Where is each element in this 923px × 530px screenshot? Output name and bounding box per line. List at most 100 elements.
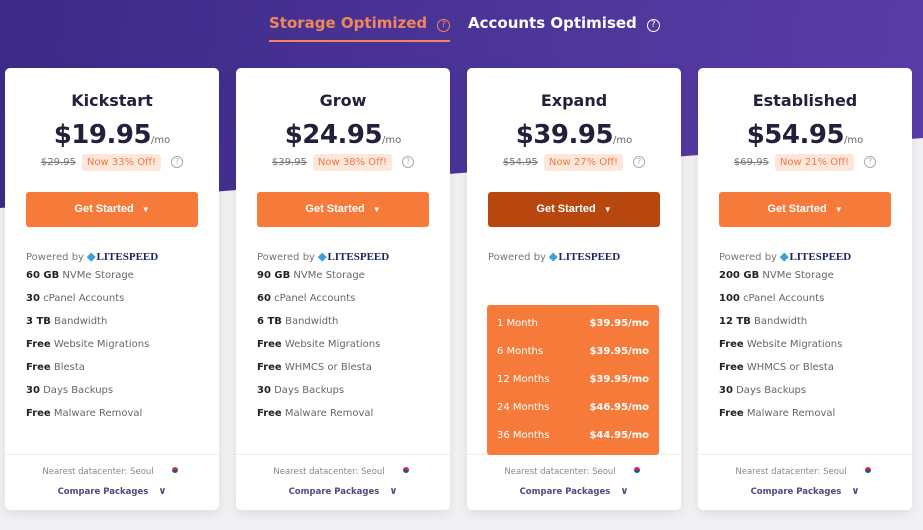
powered-by: Powered by ◆LITESPEED: [719, 250, 912, 264]
get-started-button[interactable]: Get Started ▼: [719, 192, 891, 227]
dropdown-item[interactable]: 36 Months $44.95/mo: [487, 422, 659, 450]
compare-packages-link[interactable]: Compare Packages ∨: [5, 486, 219, 497]
compare-label: Compare Packages: [519, 487, 611, 497]
feature-item: 12 TB Bandwidth: [719, 310, 912, 333]
dropdown-item[interactable]: 6 Months $39.95/mo: [487, 338, 659, 366]
help-icon[interactable]: ?: [402, 156, 415, 168]
period-price: $39.95/mo: [589, 318, 649, 329]
period-price: $46.95/mo: [589, 402, 649, 413]
help-icon[interactable]: ?: [864, 156, 877, 168]
feature-value: Free: [719, 408, 744, 419]
feature-value: 30: [257, 385, 271, 396]
plan-price: $54.95/mo: [698, 120, 912, 150]
feature-item: Free Website Migrations: [257, 333, 450, 356]
compare-packages-link[interactable]: Compare Packages ∨: [236, 486, 450, 497]
feature-item: Free WHMCS or Blesta: [719, 356, 912, 379]
compare-label: Compare Packages: [57, 487, 149, 497]
chevron-down-icon: ∨: [389, 486, 398, 497]
feature-label: cPanel Accounts: [743, 293, 825, 304]
tab-storage-optimized[interactable]: Storage Optimized?: [269, 14, 451, 42]
feature-label: Website Migrations: [53, 339, 150, 350]
feature-label: NVMe Storage: [293, 270, 365, 281]
feature-value: 30: [26, 385, 40, 396]
plan-type-tabs: Storage Optimized? Accounts Optimised?: [0, 14, 923, 44]
feature-value: 12 TB: [719, 316, 751, 327]
discount-badge: Now 38% Off!: [312, 154, 393, 171]
datacenter-info: Nearest datacenter: Seoul: [236, 465, 450, 477]
feature-item: Free Malware Removal: [257, 402, 450, 425]
price-amount: $24.95: [284, 120, 383, 150]
plan-card-expand: Expand $39.95/mo $54.95 Now 27% Off!? Get St…: [467, 68, 681, 510]
price-amount: $39.95: [515, 120, 614, 150]
feature-label: WHMCS or Blesta: [746, 362, 834, 373]
litespeed-logo: ◆LITESPEED: [780, 251, 851, 263]
help-icon[interactable]: ?: [171, 156, 184, 168]
feature-label: NVMe Storage: [762, 270, 834, 281]
feature-value: Free: [26, 362, 51, 373]
litespeed-text: LITESPEED: [558, 251, 621, 263]
feature-item: 100 cPanel Accounts: [719, 287, 912, 310]
get-started-button[interactable]: Get Started ▼: [488, 192, 660, 227]
compare-packages-link[interactable]: Compare Packages ∨: [698, 486, 912, 497]
compare-packages-link[interactable]: Compare Packages ∨: [467, 486, 681, 497]
litespeed-logo: ◆LITESPEED: [549, 251, 620, 263]
feature-label: cPanel Accounts: [43, 293, 125, 304]
help-icon[interactable]: ?: [646, 19, 660, 32]
caret-down-icon: ▼: [603, 205, 612, 214]
litespeed-text: LITESPEED: [789, 251, 852, 263]
feature-value: 60: [257, 293, 271, 304]
feature-item: 6 TB Bandwidth: [257, 310, 450, 333]
feature-item: Free Website Migrations: [719, 333, 912, 356]
dropdown-item[interactable]: 1 Month $39.95/mo: [487, 310, 659, 338]
period-price: $39.95/mo: [589, 346, 649, 357]
discount-row: $69.95 Now 21% Off!?: [698, 154, 912, 174]
get-started-button[interactable]: Get Started ▼: [26, 192, 198, 227]
feature-item: Free Malware Removal: [26, 402, 219, 425]
plan-name: Expand: [540, 91, 608, 110]
feature-value: 90 GB: [257, 270, 291, 281]
powered-by: Powered by ◆LITESPEED: [26, 250, 219, 264]
south-korea-flag-icon: [168, 465, 182, 475]
feature-label: Bandwidth: [285, 316, 339, 327]
discount-row: $54.95 Now 27% Off!?: [467, 154, 681, 174]
litespeed-icon: ◆: [548, 251, 558, 263]
price-amount: $19.95: [53, 120, 152, 150]
south-korea-flag-icon: [630, 465, 644, 475]
caret-down-icon: ▼: [372, 205, 381, 214]
feature-value: 100: [719, 293, 740, 304]
feature-item: 90 GB NVMe Storage: [257, 264, 450, 287]
get-started-button[interactable]: Get Started ▼: [257, 192, 429, 227]
feature-value: 30: [26, 293, 40, 304]
caret-down-icon: ▼: [141, 205, 150, 214]
litespeed-logo: ◆LITESPEED: [318, 251, 389, 263]
litespeed-icon: ◆: [779, 251, 789, 263]
feature-label: Days Backups: [274, 385, 345, 396]
caret-down-icon: ▼: [834, 205, 843, 214]
card-footer: Nearest datacenter: Seoul Compare Package…: [467, 454, 681, 510]
feature-label: WHMCS or Blesta: [284, 362, 372, 373]
discount-badge: Now 33% Off!: [81, 154, 162, 171]
feature-item: 30 Days Backups: [257, 379, 450, 402]
south-korea-flag-icon: [861, 465, 875, 475]
feature-value: Free: [26, 408, 51, 419]
feature-value: Free: [26, 339, 51, 350]
help-icon[interactable]: ?: [437, 19, 451, 32]
help-icon[interactable]: ?: [633, 156, 646, 168]
dropdown-item[interactable]: 12 Months $39.95/mo: [487, 366, 659, 394]
powered-by-label: Powered by: [488, 252, 546, 263]
dropdown-item[interactable]: 24 Months $46.95/mo: [487, 394, 659, 422]
plan-name: Grow: [319, 91, 367, 110]
chevron-down-icon: ∨: [158, 486, 167, 497]
feature-label: Website Migrations: [284, 339, 381, 350]
discount-badge: Now 27% Off!: [543, 154, 624, 171]
plan-card-kickstart: Kickstart $19.95/mo $29.95 Now 33% Off!? Get…: [5, 68, 219, 510]
litespeed-text: LITESPEED: [327, 251, 390, 263]
tab-accounts-optimised[interactable]: Accounts Optimised?: [468, 14, 660, 40]
chevron-down-icon: ∨: [851, 486, 860, 497]
feature-label: NVMe Storage: [62, 270, 134, 281]
compare-label: Compare Packages: [750, 487, 842, 497]
plan-card-grow: Grow $24.95/mo $39.95 Now 38% Off!? Get Star…: [236, 68, 450, 510]
original-price: $54.95: [502, 157, 538, 168]
feature-label: Malware Removal: [746, 408, 836, 419]
datacenter-info: Nearest datacenter: Seoul: [698, 465, 912, 477]
